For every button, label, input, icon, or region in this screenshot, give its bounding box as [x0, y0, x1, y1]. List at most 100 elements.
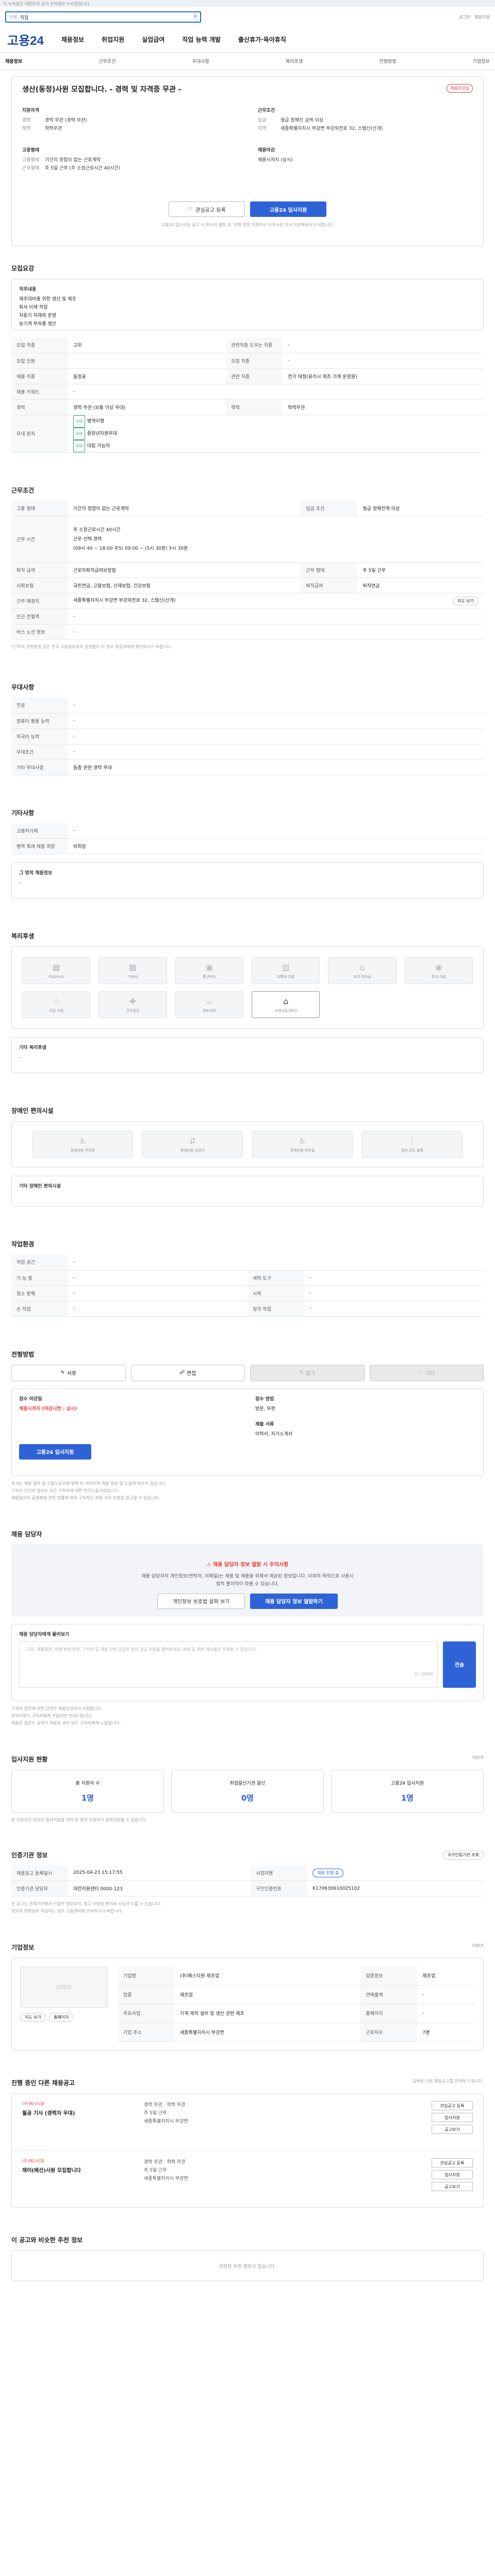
- row-value: 국민연금, 고용보험, 산재보험, 건강보험: [68, 578, 301, 594]
- row-value: -: [417, 2004, 475, 2023]
- nav-item-support[interactable]: 취업지원: [102, 35, 124, 44]
- row-value: -: [68, 1255, 484, 1270]
- search-select[interactable]: 전체: [9, 14, 17, 20]
- site-logo[interactable]: 고용24: [7, 30, 44, 48]
- welfare-label: 자녀 학자금: [353, 974, 371, 979]
- row-key: 채용 키워드: [11, 384, 68, 400]
- disabled-other-heading: 기타 장애인 편의시설: [19, 1184, 61, 1189]
- note-line: 본 공고는 관계기관에서 인증한 정보로서, 참고 사항일 뿐이며 사실과 다를…: [11, 1902, 161, 1906]
- row-value: -: [283, 337, 484, 353]
- nav-item-jobs[interactable]: 채용정보: [61, 35, 84, 44]
- row-value: 비희망: [68, 838, 484, 854]
- selection-apply-button[interactable]: 고용24 입사지원: [19, 1444, 91, 1460]
- row-key: 사업자명: [251, 1865, 308, 1881]
- apply-deadline-value: 채용시까지 (마감시한 : 상시): [19, 1406, 77, 1412]
- welfare-item: ☕ 경조사비: [175, 991, 243, 1018]
- row-key: 기타 우대사항: [11, 759, 68, 775]
- row-value: 동종 관련 경력 우대: [68, 759, 484, 775]
- company-more-link[interactable]: 더보기: [472, 1943, 484, 1958]
- join-link[interactable]: 회원가입: [475, 14, 490, 20]
- row-value: K170630610025102: [307, 1880, 484, 1896]
- tab-welfare[interactable]: 복리후생: [286, 58, 303, 64]
- org-section: 인증기관 정보 국가인증기관 조회 채용공고 등록일시 2025-04-23 15…: [0, 1843, 495, 1921]
- tab-company[interactable]: 기업정보: [473, 58, 490, 64]
- applicant-heading: 지원자격: [22, 108, 40, 113]
- company-title: 기업정보: [11, 1944, 35, 1951]
- other-value: -: [19, 880, 21, 886]
- nav-item-leave[interactable]: 출산휴가·육아휴직: [238, 35, 286, 44]
- job-list-item[interactable]: (주)에스티원 제어(배선)사원 모집합니다 경력 무관 · 학력 무관 주 5…: [12, 2150, 483, 2207]
- login-link[interactable]: 로그인: [459, 14, 470, 20]
- more-jobs-section: 진행 중인 다른 채용공고 등록된 다른 채용공고를 안내해 드립니다. (주)…: [0, 2071, 495, 2213]
- search-input[interactable]: 전체 직업 ⚲: [5, 11, 201, 23]
- job-title-link[interactable]: 제어(배선)사원 모집합니다: [22, 2166, 136, 2174]
- row-value: 세종특별자치시 부강면: [175, 2023, 361, 2042]
- welfare-card: ▦ 식당(숙소) ▩ 기숙사 ▣ 통근버스 ▧ 교통비 지원 ⌂ 자녀 학자금 ◉ 주거 지…: [11, 946, 484, 1029]
- job-title: 생산(동정)사원 모집합니다. - 경력 및 자격증 무관 -: [22, 86, 182, 94]
- gov-banner: 이 누리집은 대한민국 공식 전자정부 누리집입니다.: [0, 0, 495, 7]
- stats-more-link[interactable]: 더보기: [472, 1755, 484, 1770]
- duty-line: 회사 이제 작업: [19, 305, 48, 310]
- selection-title: 전형방법: [11, 1350, 35, 1358]
- company-card: LOGO 지도 보기 홈페이지 기업명 (주)에스티원 제조업 업종정보 제조업 업종…: [11, 1958, 484, 2050]
- row-value: -: [68, 608, 484, 624]
- welfare-item: ☆ 연금 지원: [22, 991, 91, 1018]
- stat-value: 1명: [401, 1793, 414, 1803]
- nav-item-training[interactable]: 직업 능력 개발: [182, 35, 221, 44]
- search-icon[interactable]: ⚲: [193, 14, 197, 20]
- car-icon: ▣: [205, 962, 213, 972]
- row-key: 전공: [11, 698, 68, 714]
- more-jobs-card: (주)에스티원 월공 기사 (경력자 우대) 경력 무관 · 학력 무관 주 5…: [11, 2093, 484, 2208]
- map-button[interactable]: 지도 보기: [453, 597, 478, 605]
- pref-cell: 우대 병역이행 우대 중장년자원우대 우대 대립 가능자: [68, 415, 484, 453]
- org-notes: 본 공고는 관계기관에서 인증한 정보로서, 참고 사항일 뿐이며 사실과 다를…: [11, 1901, 484, 1915]
- job-view-button[interactable]: 공고보기: [432, 2125, 473, 2134]
- nav-item-benefit[interactable]: 실업급여: [142, 35, 164, 44]
- welfare-label: 경조사비: [202, 1008, 216, 1013]
- toilet-icon: ♿: [299, 1136, 306, 1146]
- search-query: 직업: [20, 15, 29, 21]
- cert-lookup-button[interactable]: 국가인증기관 조회: [442, 1850, 484, 1860]
- row-value: 근로자퇴직급여보장법: [68, 562, 301, 578]
- stat-agency: 취업알선기관 알선 0명: [171, 1769, 324, 1813]
- row-key: 고용허가제: [11, 823, 68, 839]
- hours-line: 근무 선택 경력: [73, 536, 102, 542]
- tab-conditions[interactable]: 근무조건: [98, 58, 116, 64]
- welfare-label: 식당(숙소): [48, 974, 64, 979]
- job-title-link[interactable]: 월공 기사 (경력자 우대): [22, 2109, 136, 2116]
- job-interest-button[interactable]: 관심공고 등록: [432, 2101, 473, 2110]
- kv-key: 임금: [258, 118, 267, 123]
- view-contact-button[interactable]: 채용 담당자 정보 열람하기: [250, 1593, 338, 1609]
- recruit-title: 모집요강: [11, 265, 35, 272]
- contact-title: 채용 담당자: [11, 1530, 42, 1538]
- question-textarea[interactable]: - 근로, 채용절차, 전형 방법 관련, 구직자 등 채용 관련 궁금한 점은…: [19, 1641, 438, 1688]
- welfare-label: 교통비 지원: [276, 974, 295, 979]
- job-view-button[interactable]: 공고보기: [432, 2182, 473, 2191]
- job-list-item[interactable]: (주)에스티원 월공 기사 (경력자 우대) 경력 무관 · 학력 무관 주 5…: [12, 2094, 483, 2150]
- recruit-section: 모집요강 직무내용 제조대비를 위한 생산 및 제조 회사 이제 작업 자동기 …: [0, 257, 495, 458]
- row-key: 고용 형태: [11, 500, 68, 516]
- job-apply-button[interactable]: 입사지원: [432, 2113, 473, 2122]
- send-button[interactable]: 전송: [443, 1641, 476, 1688]
- kv-key: 고용형태: [22, 158, 40, 163]
- other-info-box: 그 밖의 채용정보 -: [11, 862, 484, 899]
- work-section: 근무조건 고용 형태 기간의 정함이 없는 근로계약 임금 조건 월급 정해진액 이상…: [0, 479, 495, 655]
- stats-title: 입사지원 현황: [11, 1755, 48, 1763]
- company-homepage-button[interactable]: 홈페이지: [48, 2013, 74, 2022]
- job-interest-button[interactable]: 관심공고 등록: [432, 2158, 473, 2167]
- company-map-button[interactable]: 지도 보기: [20, 2013, 46, 2022]
- stat-value: 1명: [81, 1793, 94, 1803]
- job-apply-button[interactable]: 입사지원: [432, 2170, 473, 2179]
- job-header-card: 채용마감일 생산(동정)사원 모집합니다. - 경력 및 자격증 무관 - 지원…: [11, 76, 484, 246]
- interest-button[interactable]: ♡ 관심공고 등록: [169, 201, 245, 217]
- privacy-law-button[interactable]: 개인정보 보호법 살펴 보기: [157, 1593, 245, 1609]
- tab-prefer[interactable]: 우대사항: [192, 58, 209, 64]
- row-value: 7명: [417, 2023, 475, 2042]
- apply-button[interactable]: 고용24 입사지원: [250, 201, 326, 217]
- row-key: 퇴직급여: [301, 578, 358, 594]
- tab-recruit[interactable]: 채용정보: [5, 58, 22, 64]
- stat-label: 취업알선기관 알선: [229, 1781, 266, 1786]
- tab-selection[interactable]: 전형방법: [380, 58, 397, 64]
- hours-cell: 주 소정근로시간 40시간 근무 선택 경력 (09시 40 ~ 18:00 주…: [68, 516, 484, 563]
- pref-tag: 우대: [73, 427, 85, 440]
